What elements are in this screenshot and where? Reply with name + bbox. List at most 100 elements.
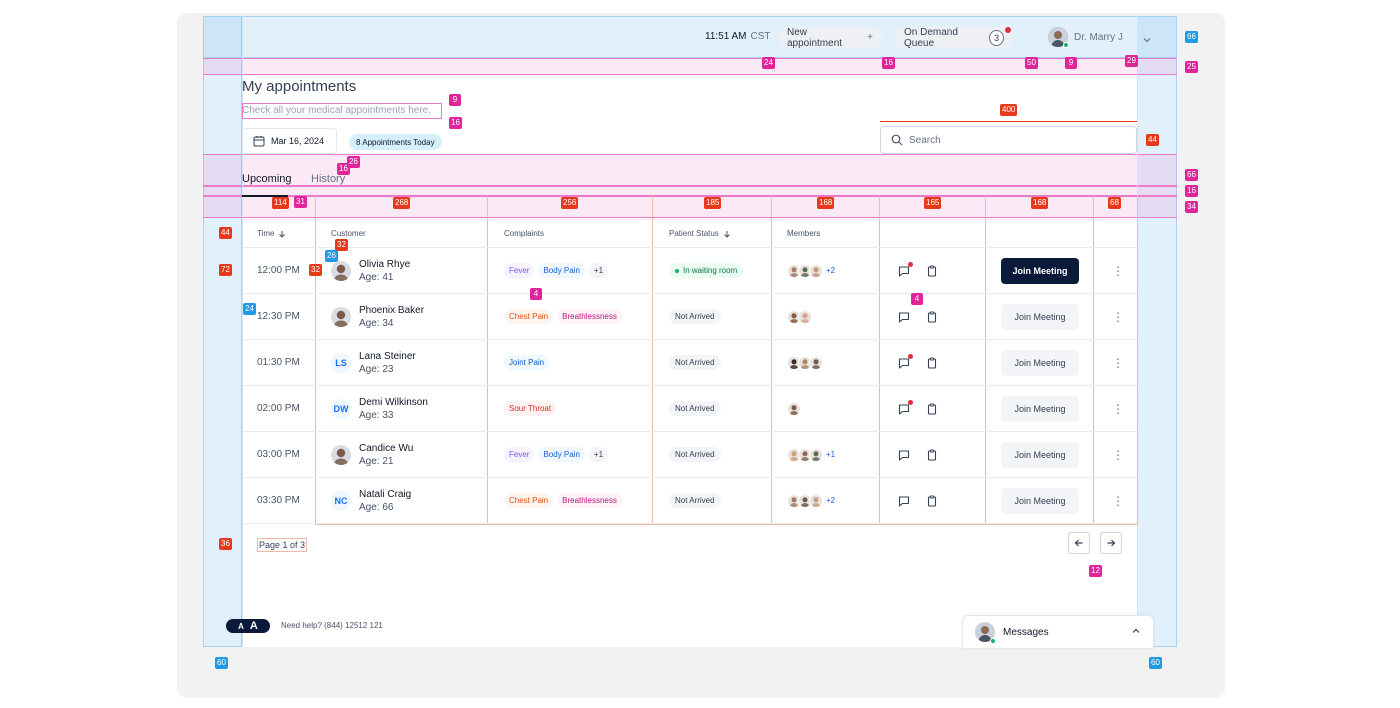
status-cell: Not Arrived bbox=[669, 340, 721, 385]
join-cell: Join Meeting bbox=[1001, 432, 1079, 477]
font-size-toggle[interactable]: A A bbox=[226, 619, 270, 633]
more-vertical-icon[interactable]: ⋮ bbox=[1111, 448, 1125, 462]
on-demand-queue-button[interactable]: On Demand Queue 3 bbox=[895, 27, 1013, 49]
appointment-time: 01:30 PM bbox=[257, 357, 300, 368]
message-icon[interactable] bbox=[897, 448, 911, 462]
complaint-chip: Fever bbox=[504, 263, 535, 278]
patient-avatar bbox=[331, 306, 351, 327]
arrow-left-icon bbox=[1074, 539, 1083, 547]
spec-tag: 168 bbox=[1031, 197, 1049, 209]
prev-page-button[interactable] bbox=[1068, 532, 1090, 554]
new-appointment-button[interactable]: New appointment + bbox=[778, 26, 882, 49]
new-appointment-label: New appointment bbox=[787, 26, 843, 49]
row-menu-cell: ⋮ bbox=[1111, 294, 1125, 339]
margin-overlay-left bbox=[203, 16, 242, 647]
chevron-up-icon[interactable] bbox=[1131, 626, 1141, 636]
join-meeting-button[interactable]: Join Meeting bbox=[1001, 395, 1079, 422]
spec-tag: 66 bbox=[1185, 31, 1198, 43]
table-row[interactable]: 02:00 PM DW Demi Wilkinson Age: 33 Sour … bbox=[242, 386, 1137, 432]
table-row[interactable]: 12:30 PM Phoenix Baker Age: 34 Chest Pai… bbox=[242, 294, 1137, 340]
spec-tag: 32 bbox=[335, 239, 348, 251]
col-time-header[interactable]: Time bbox=[257, 220, 286, 247]
members-cell bbox=[787, 386, 801, 431]
customer-info: Phoenix Baker Age: 34 bbox=[359, 304, 424, 330]
table-row[interactable]: 03:00 PM Candice Wu Age: 21 Fever Body Pa… bbox=[242, 432, 1137, 478]
status-badge: Not Arrived bbox=[669, 447, 721, 462]
clipboard-icon[interactable] bbox=[925, 356, 939, 370]
page-title: My appointments bbox=[242, 78, 357, 95]
clipboard-icon[interactable] bbox=[925, 310, 939, 324]
join-meeting-button[interactable]: Join Meeting bbox=[1001, 487, 1079, 514]
spec-tag: 185 bbox=[704, 197, 722, 209]
chevron-down-icon[interactable] bbox=[1142, 32, 1152, 50]
customer-info: Demi Wilkinson Age: 33 bbox=[359, 396, 428, 422]
unread-dot bbox=[908, 399, 913, 405]
sort-arrow-icon bbox=[723, 230, 730, 238]
clipboard-icon[interactable] bbox=[925, 402, 939, 416]
tab-upcoming[interactable]: Upcoming bbox=[242, 173, 292, 185]
spec-tag: 36 bbox=[219, 538, 232, 550]
join-meeting-button[interactable]: Join Meeting bbox=[1001, 257, 1079, 284]
next-page-button[interactable] bbox=[1100, 532, 1122, 554]
complaints-cell: Joint Pain bbox=[504, 340, 550, 385]
appointments-table: Time Customer Complaints Patient Status … bbox=[242, 219, 1137, 524]
messages-panel[interactable]: Messages bbox=[962, 615, 1154, 649]
more-vertical-icon[interactable]: ⋮ bbox=[1111, 310, 1125, 324]
appointments-today-badge: 8 Appointments Today bbox=[349, 134, 442, 150]
clipboard-icon[interactable] bbox=[925, 494, 939, 508]
customer-info: Olivia Rhye Age: 41 bbox=[359, 258, 410, 284]
members-cell: +2 bbox=[787, 478, 835, 523]
appointment-time: 12:00 PM bbox=[257, 265, 300, 276]
spec-tag: 50 bbox=[1025, 57, 1038, 69]
patient-initials-avatar: DW bbox=[331, 398, 351, 419]
row-menu-cell: ⋮ bbox=[1111, 340, 1125, 385]
table-row[interactable]: 03:30 PM NC Natali Craig Age: 66 Chest P… bbox=[242, 478, 1137, 524]
spec-tag: 165 bbox=[924, 197, 942, 209]
appointment-time: 03:30 PM bbox=[257, 495, 300, 506]
join-meeting-button[interactable]: Join Meeting bbox=[1001, 441, 1079, 468]
font-large-label: A bbox=[249, 620, 258, 632]
table-row[interactable]: 01:30 PM LS Lana Steiner Age: 23 Joint P… bbox=[242, 340, 1137, 386]
message-icon[interactable] bbox=[897, 353, 913, 370]
table-row[interactable]: 12:00 PM Olivia Rhye Age: 41 Fever Body P… bbox=[242, 248, 1137, 294]
online-status-dot bbox=[1063, 42, 1069, 48]
patient-avatar bbox=[331, 444, 351, 465]
search-input[interactable]: Search bbox=[880, 126, 1137, 154]
clipboard-icon[interactable] bbox=[925, 448, 939, 462]
spec-tag: 25 bbox=[1185, 61, 1198, 73]
join-meeting-button[interactable]: Join Meeting bbox=[1001, 349, 1079, 376]
join-cell: Join Meeting bbox=[1001, 294, 1079, 339]
spec-tag: 400 bbox=[1000, 104, 1018, 116]
spec-tag: 44 bbox=[1146, 134, 1159, 146]
members-cell bbox=[787, 294, 812, 339]
col-status-header[interactable]: Patient Status bbox=[669, 220, 731, 247]
subtitle-spec-box bbox=[242, 103, 442, 119]
status-cell: Not Arrived bbox=[669, 294, 721, 339]
member-avatar-group bbox=[787, 355, 823, 370]
clipboard-icon[interactable] bbox=[925, 264, 939, 278]
status-badge: Not Arrived bbox=[669, 493, 721, 508]
more-vertical-icon[interactable]: ⋮ bbox=[1111, 402, 1125, 416]
status-badge: Not Arrived bbox=[669, 355, 721, 370]
more-vertical-icon[interactable]: ⋮ bbox=[1111, 356, 1125, 370]
more-vertical-icon[interactable]: ⋮ bbox=[1111, 494, 1125, 508]
table-bottom-guide bbox=[315, 524, 1137, 525]
message-icon[interactable] bbox=[897, 399, 913, 416]
message-icon[interactable] bbox=[897, 494, 911, 508]
message-icon[interactable] bbox=[897, 310, 911, 324]
more-vertical-icon[interactable]: ⋮ bbox=[1111, 264, 1125, 278]
join-meeting-button[interactable]: Join Meeting bbox=[1001, 303, 1079, 330]
message-icon[interactable] bbox=[897, 261, 913, 278]
queue-alert-dot bbox=[1005, 27, 1011, 33]
customer-age: Age: 41 bbox=[359, 271, 394, 283]
member-avatar bbox=[809, 355, 823, 370]
actions-cell bbox=[897, 386, 939, 431]
spec-tag: 12 bbox=[1089, 565, 1102, 577]
patient-initials-avatar: NC bbox=[331, 490, 351, 511]
date-picker-button[interactable]: Mar 16, 2024 bbox=[242, 128, 337, 154]
complaint-chip: Body Pain bbox=[538, 263, 585, 278]
status-badge: Not Arrived bbox=[669, 309, 721, 324]
customer-age: Age: 66 bbox=[359, 501, 394, 513]
customer-name: Olivia Rhye bbox=[359, 258, 411, 270]
customer-info: Lana Steiner Age: 23 bbox=[359, 350, 416, 376]
